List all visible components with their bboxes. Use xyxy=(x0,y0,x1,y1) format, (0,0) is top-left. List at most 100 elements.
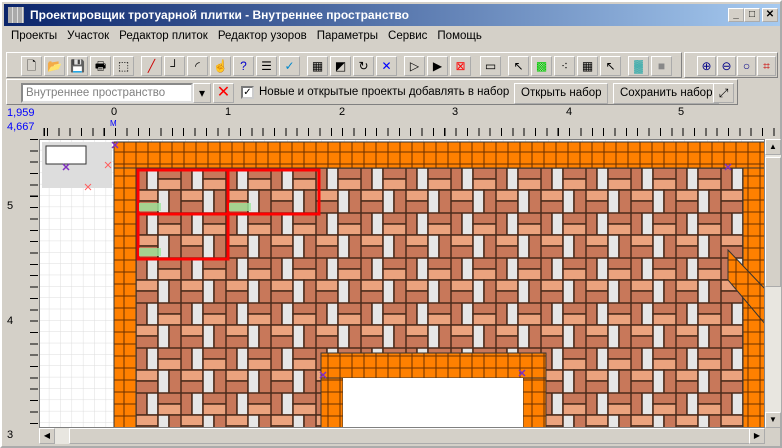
minimize-button[interactable]: _ xyxy=(728,8,744,22)
design-canvas[interactable] xyxy=(39,139,765,428)
gray-fill-icon: ■ xyxy=(657,59,666,73)
scroll-down-button[interactable]: ▼ xyxy=(765,412,781,428)
print-button[interactable]: 🖶 xyxy=(90,56,111,76)
points-button[interactable]: ⁖ xyxy=(554,56,575,76)
vertical-scrollbar[interactable]: ▲ ▼ xyxy=(765,139,781,428)
rotate-button[interactable]: ↻ xyxy=(353,56,374,76)
menu-service[interactable]: Сервис xyxy=(383,30,432,42)
zoom-in-button[interactable]: ⊕ xyxy=(697,56,716,76)
save-set-button[interactable]: Сохранить набор xyxy=(613,83,720,104)
delete-x-button[interactable]: ✕ xyxy=(376,56,397,76)
menu-pattern-editor[interactable]: Редактор узоров xyxy=(213,30,312,42)
texture-button[interactable]: ▓ xyxy=(628,56,649,76)
zoom-button[interactable]: ○ xyxy=(737,56,756,76)
border-top xyxy=(113,141,764,169)
combo-dropdown-button[interactable]: ▾ xyxy=(193,83,211,103)
menu-site[interactable]: Участок xyxy=(62,30,114,42)
title-bar: Проектировщик тротуарной плитки - Внутре… xyxy=(4,4,780,26)
gray-fill-button[interactable]: ■ xyxy=(651,56,672,76)
border-left xyxy=(113,167,137,427)
polyline-icon: ┘ xyxy=(170,59,179,73)
origin-marker: M xyxy=(110,119,117,128)
fit-icon: ⌗ xyxy=(763,59,770,73)
top-ruler: 1,959 4,667 0 M 1 2 3 4 5 xyxy=(4,106,780,139)
open-folder-icon: 📂 xyxy=(47,59,62,73)
help-query-icon: ? xyxy=(240,59,247,73)
rectangle-icon: ▭ xyxy=(484,59,497,73)
remove-project-button[interactable]: ✕ xyxy=(213,83,234,103)
ruler-mark: 5 xyxy=(678,106,685,118)
palette-icon: ▦ xyxy=(581,59,594,73)
new-file-button[interactable]: 🗋 xyxy=(21,56,42,76)
menu-parameters[interactable]: Параметры xyxy=(312,30,383,42)
delete-x-icon: ✕ xyxy=(381,59,392,73)
ruler-mark: 3 xyxy=(452,106,459,118)
menu-tile-editor[interactable]: Редактор плиток xyxy=(114,30,213,42)
clear-button[interactable]: ⊠ xyxy=(450,56,471,76)
maximize-button[interactable]: □ xyxy=(744,8,760,22)
app-icon xyxy=(8,7,24,23)
ruler-mark: 2 xyxy=(339,106,346,118)
list-icon: ☰ xyxy=(261,59,272,73)
save-icon: 💾 xyxy=(70,59,85,73)
line-icon: ╱ xyxy=(147,59,156,73)
edit-pointer-icon: ☝ xyxy=(213,59,228,73)
clear-icon: ⊠ xyxy=(455,59,466,73)
vertical-scroll-thumb[interactable] xyxy=(765,157,781,287)
menu-help[interactable]: Помощь xyxy=(432,30,486,42)
play-button[interactable]: ▶ xyxy=(427,56,448,76)
palette-button[interactable]: ▦ xyxy=(577,56,598,76)
polyline-button[interactable]: ┘ xyxy=(164,56,185,76)
zoom-in-icon: ⊕ xyxy=(701,59,712,73)
zoom-out-icon: ⊖ xyxy=(721,59,732,73)
add-to-set-checkbox[interactable]: ✓ xyxy=(241,86,254,99)
green-grid-button[interactable]: ▩ xyxy=(531,56,552,76)
scroll-left-button[interactable]: ◀ xyxy=(39,428,55,444)
select-rect-icon: ⬚ xyxy=(117,59,130,73)
pointer-button[interactable]: ↖ xyxy=(600,56,621,76)
edit-pointer-button[interactable]: ☝ xyxy=(210,56,231,76)
open-set-button[interactable]: Открыть набор xyxy=(514,83,609,104)
close-button[interactable]: ✕ xyxy=(762,8,778,22)
scroll-up-button[interactable]: ▲ xyxy=(765,139,781,155)
horizontal-scrollbar[interactable]: ◀ ▶ xyxy=(39,428,765,444)
points-icon: ⁖ xyxy=(560,59,569,73)
coord-y: 4,667 xyxy=(7,121,35,133)
print-icon: 🖶 xyxy=(94,59,107,73)
inner-void xyxy=(343,378,523,427)
rectangle-button[interactable]: ▭ xyxy=(480,56,501,76)
ruler-ticks xyxy=(30,139,38,428)
scroll-right-button[interactable]: ▶ xyxy=(749,428,765,444)
play-icon: ▶ xyxy=(432,59,443,73)
color-squares-icon: ◩ xyxy=(334,59,347,73)
check-icon: ✓ xyxy=(284,59,295,73)
zoom-icon: ○ xyxy=(742,59,751,73)
check-button[interactable]: ✓ xyxy=(279,56,300,76)
set-link-icon[interactable]: ⤢ xyxy=(713,83,734,103)
ruler-mark: 4 xyxy=(566,106,573,118)
open-folder-button[interactable]: 📂 xyxy=(44,56,65,76)
zoom-toolbar: ⊕ ⊖ ○ ⌗ xyxy=(684,52,778,78)
fit-button[interactable]: ⌗ xyxy=(757,56,776,76)
pattern-grid-button[interactable]: ▦ xyxy=(307,56,328,76)
step-button[interactable]: ▷ xyxy=(404,56,425,76)
zoom-out-button[interactable]: ⊖ xyxy=(717,56,736,76)
project-combo[interactable]: Внутреннее пространство xyxy=(21,83,193,103)
app-window: Проектировщик тротуарной плитки - Внутре… xyxy=(0,0,782,448)
list-button[interactable]: ☰ xyxy=(256,56,277,76)
menu-projects[interactable]: Проекты xyxy=(6,30,62,42)
ruler-mark: 5 xyxy=(7,200,14,212)
arrow-select-button[interactable]: ↖ xyxy=(508,56,529,76)
help-query-button[interactable]: ? xyxy=(233,56,254,76)
rotate-icon: ↻ xyxy=(358,59,369,73)
ruler-mark: 0 xyxy=(111,106,118,118)
main-toolbar: 🗋 📂 💾 🖶 ⬚ ╱ ┘ ◜ ☝? ☰ ✓ ▦ ◩ ↻ ✕ ▷ ▶ ⊠ ▭ ↖ ▩ ⁖ ▦ ↖ ▓ ■ xyxy=(6,52,682,78)
horizontal-scroll-thumb[interactable] xyxy=(69,428,759,444)
arc-button[interactable]: ◜ xyxy=(187,56,208,76)
select-rect-button[interactable]: ⬚ xyxy=(113,56,134,76)
plan-drawing[interactable] xyxy=(40,140,765,428)
line-button[interactable]: ╱ xyxy=(141,56,162,76)
texture-icon: ▓ xyxy=(634,59,643,73)
save-button[interactable]: 💾 xyxy=(67,56,88,76)
color-squares-button[interactable]: ◩ xyxy=(330,56,351,76)
